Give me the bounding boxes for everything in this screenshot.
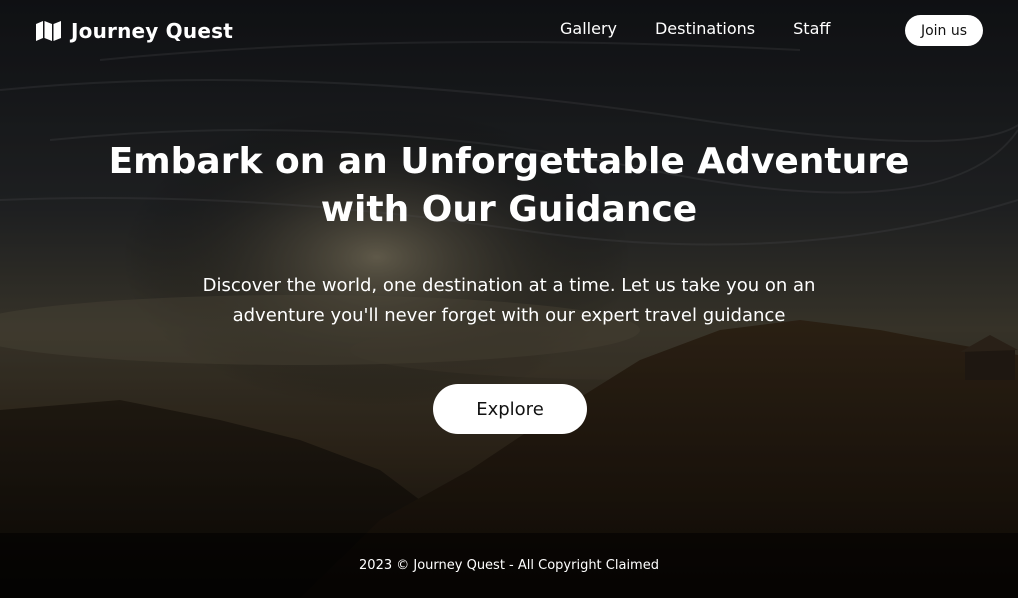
brand-name: Journey Quest bbox=[71, 19, 233, 43]
site-header: Journey Quest Gallery Destinations Staff… bbox=[0, 0, 1018, 62]
copyright-text: 2023 © Journey Quest - All Copyright Cla… bbox=[359, 558, 659, 573]
join-us-button[interactable]: Join us bbox=[905, 15, 983, 46]
hero-subtitle-line-1: Discover the world, one destination at a… bbox=[202, 275, 816, 296]
hero-title-line-2: with Our Guidance bbox=[320, 189, 698, 230]
nav-item-gallery[interactable]: Gallery bbox=[560, 19, 617, 38]
nav-item-staff[interactable]: Staff bbox=[793, 19, 830, 38]
hero-subtitle: Discover the world, one destination at a… bbox=[160, 271, 858, 331]
hero-title: Embark on an Unforgettable Adventure wit… bbox=[60, 138, 958, 234]
site-footer: 2023 © Journey Quest - All Copyright Cla… bbox=[0, 533, 1018, 598]
hero-subtitle-line-2: adventure you'll never forget with our e… bbox=[232, 305, 786, 326]
nav-item-destinations[interactable]: Destinations bbox=[655, 19, 755, 38]
main-nav: Gallery Destinations Staff bbox=[560, 19, 830, 38]
explore-button[interactable]: Explore bbox=[433, 384, 587, 434]
hero-title-line-1: Embark on an Unforgettable Adventure bbox=[108, 141, 910, 182]
landing-page: Journey Quest Gallery Destinations Staff… bbox=[0, 0, 1018, 598]
brand[interactable]: Journey Quest bbox=[36, 16, 233, 46]
map-icon bbox=[36, 21, 61, 41]
